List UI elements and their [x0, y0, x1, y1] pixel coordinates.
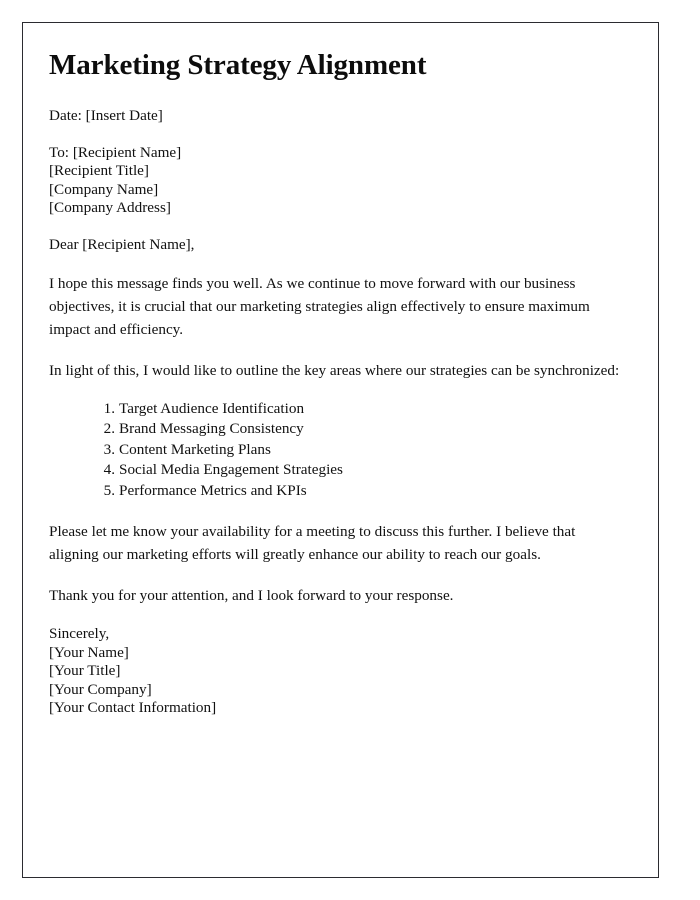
closing-line: [Your Title] [49, 662, 121, 680]
list-item: Social Media Engagement Strategies [97, 460, 343, 480]
document-body: Marketing Strategy Alignment Date: [Inse… [23, 23, 658, 717]
closing-line: [Your Company] [49, 680, 152, 698]
list-item: Performance Metrics and KPIs [97, 481, 307, 501]
closing-block: Sincerely, [Your Name] [Your Title] [You… [49, 625, 632, 717]
salutation-block: Dear [Recipient Name], [49, 236, 632, 254]
closing-line: [Your Name] [49, 643, 129, 661]
list-item: Target Audience Identification [97, 399, 305, 419]
date-line: Date: [Insert Date] [49, 107, 163, 125]
key-areas-list: Target Audience Identification Brand Mes… [49, 399, 632, 502]
body-paragraph-2: In light of this, I would like to outlin… [49, 361, 620, 379]
list-item: Content Marketing Plans [97, 440, 271, 460]
body-paragraph-4: Thank you for your attention, and I look… [49, 587, 454, 605]
list-item: Brand Messaging Consistency [97, 419, 304, 439]
closing-line: Sincerely, [49, 625, 110, 643]
salutation: Dear [Recipient Name], [49, 235, 195, 253]
recipient-line: To: [Recipient Name] [49, 143, 182, 161]
date-block: Date: [Insert Date] [49, 107, 632, 125]
page-title: Marketing Strategy Alignment [49, 49, 427, 81]
recipient-block: To: [Recipient Name] [Recipient Title] [… [49, 144, 632, 218]
recipient-line: [Recipient Title] [49, 162, 149, 180]
closing-line: [Your Contact Information] [49, 699, 217, 717]
body-paragraph-3: Please let me know your availability for… [49, 523, 576, 564]
recipient-line: [Company Name] [49, 180, 159, 198]
recipient-line: [Company Address] [49, 199, 171, 217]
document-page: Marketing Strategy Alignment Date: [Inse… [22, 22, 659, 878]
body-paragraph-1: I hope this message finds you well. As w… [49, 274, 590, 338]
